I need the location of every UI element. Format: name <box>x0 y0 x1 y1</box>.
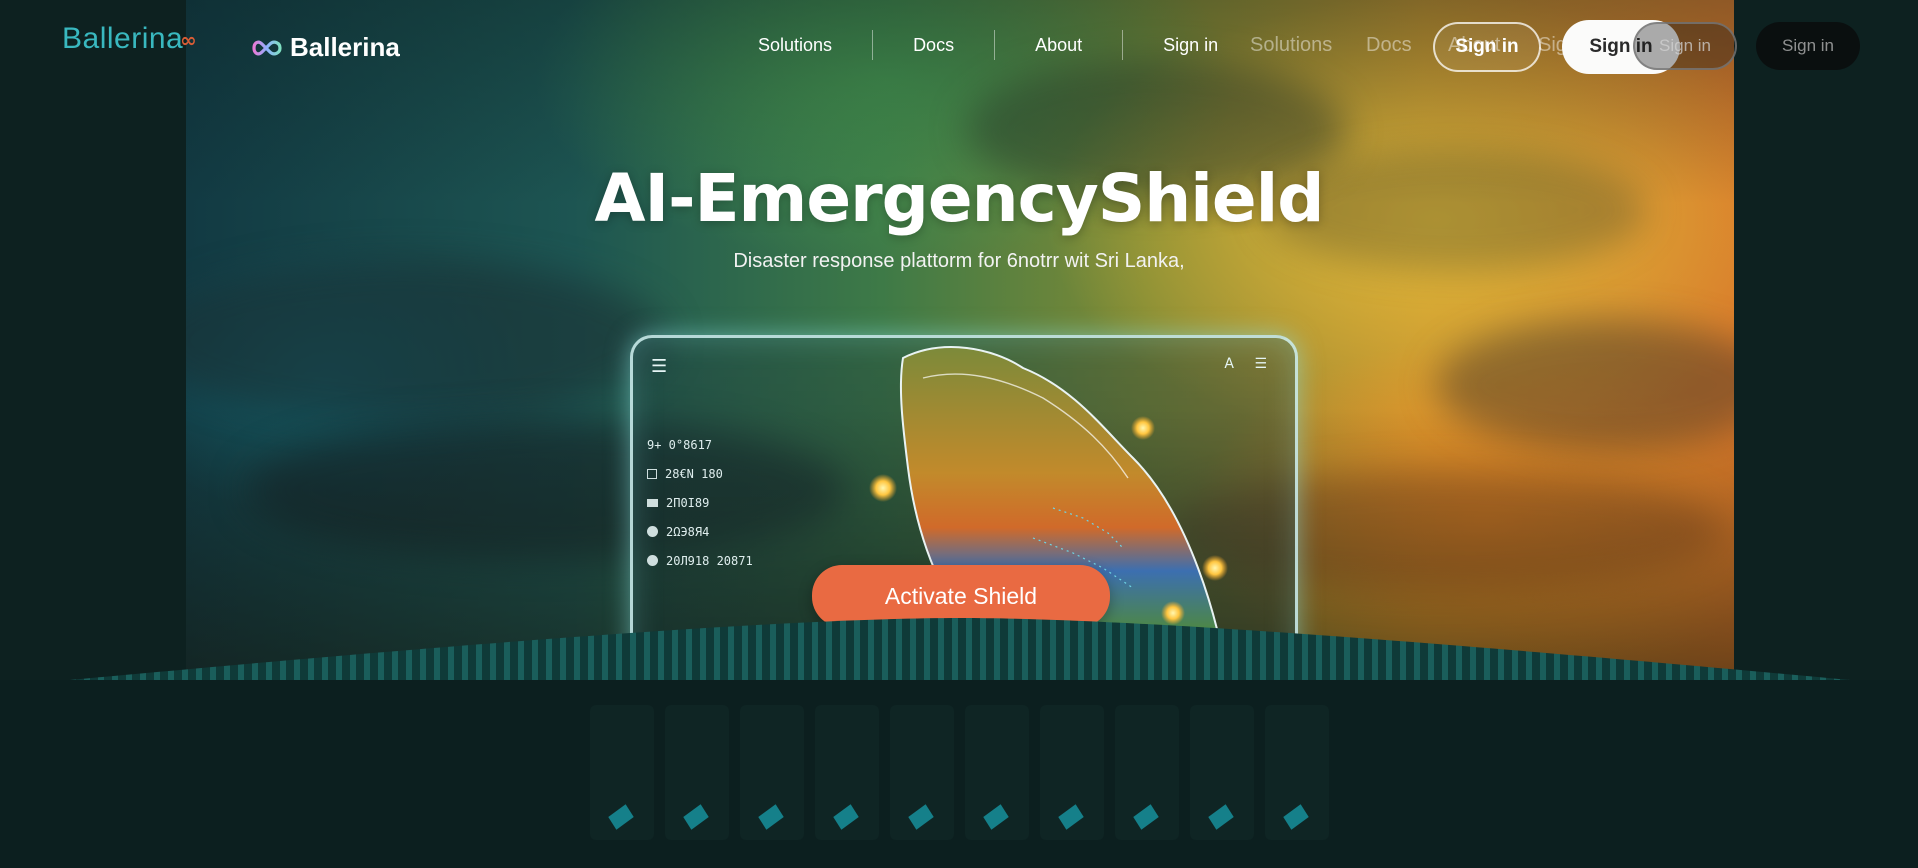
alert-marker[interactable] <box>1131 416 1155 440</box>
stat-text: 20Л918 20871 <box>666 553 753 568</box>
sign-in-outline-button[interactable]: Sign in <box>1433 22 1541 72</box>
diamond-icon <box>608 804 634 830</box>
pillar-row <box>590 705 1329 840</box>
logo-wordmark-left[interactable]: Ballerina <box>62 22 183 56</box>
page: Ballerina ∞ Ballerina Solutions Docs Abo… <box>0 0 1918 868</box>
brand-name: Ballerina <box>290 32 400 62</box>
pillar-card <box>815 705 879 840</box>
nav-docs[interactable]: Docs <box>873 31 994 59</box>
pillar-card <box>590 705 654 840</box>
diamond-icon <box>1058 804 1084 830</box>
diamond-icon <box>908 804 934 830</box>
nav-about[interactable]: About <box>995 31 1122 59</box>
alert-marker[interactable] <box>869 474 897 502</box>
pillar-card <box>1115 705 1179 840</box>
dot-icon <box>647 526 658 537</box>
brand-logo[interactable]: Ballerina <box>244 32 400 63</box>
pillar-card <box>890 705 954 840</box>
list-item: 20Л918 20871 <box>647 546 753 575</box>
sign-in-ghost-button[interactable]: Sign in <box>1633 22 1737 70</box>
main-nav: Solutions Docs About Sign in <box>718 30 1258 60</box>
square-icon <box>647 468 657 479</box>
list-item: 2ΩЭ8Я4 <box>647 517 753 546</box>
nav-sign-in[interactable]: Sign in <box>1123 31 1258 59</box>
pillar-card <box>1190 705 1254 840</box>
card-icon <box>647 498 658 507</box>
arc-divider <box>0 618 1918 700</box>
stat-text: 2Π0Ι89 <box>666 495 710 510</box>
diamond-icon <box>833 804 859 830</box>
dot-icon <box>647 555 658 566</box>
pillar-card <box>1040 705 1104 840</box>
pillar-card <box>965 705 1029 840</box>
list-item: 28€N 180 <box>647 459 753 488</box>
diamond-icon <box>1208 804 1234 830</box>
diamond-icon <box>983 804 1009 830</box>
nav-solutions[interactable]: Solutions <box>718 31 872 59</box>
list-item: 2Π0Ι89 <box>647 488 753 517</box>
ghost-nav-docs[interactable]: Docs <box>1366 34 1412 57</box>
diamond-icon <box>1133 804 1159 830</box>
device-stat-list: 9+ 0°8617 28€N 180 2Π0Ι89 2ΩЭ8Я4 20Л918 … <box>647 430 753 575</box>
stat-text: 2ΩЭ8Я4 <box>666 524 710 539</box>
list-item: 9+ 0°8617 <box>647 430 753 459</box>
pillar-card <box>740 705 804 840</box>
diamond-icon <box>758 804 784 830</box>
stat-text: 9+ 0°8617 <box>647 437 713 452</box>
pillar-card <box>1265 705 1329 840</box>
ghost-nav-solutions[interactable]: Solutions <box>1250 34 1332 57</box>
stat-text: 28€N 180 <box>665 466 723 481</box>
hero-subtitle: Disaster response plattorm for 6notrr wi… <box>733 250 1185 272</box>
sign-in-dark-button[interactable]: Sign in <box>1756 22 1860 70</box>
pillar-card <box>665 705 729 840</box>
hero-title: AI-EmergencyShield <box>594 160 1324 237</box>
infinity-icon: ∞ <box>180 28 197 52</box>
infinity-logo-icon <box>252 40 282 55</box>
hamburger-icon[interactable]: ☰ <box>651 356 667 377</box>
diamond-icon <box>1283 804 1309 830</box>
diamond-icon <box>683 804 709 830</box>
alert-marker[interactable] <box>1202 555 1228 581</box>
